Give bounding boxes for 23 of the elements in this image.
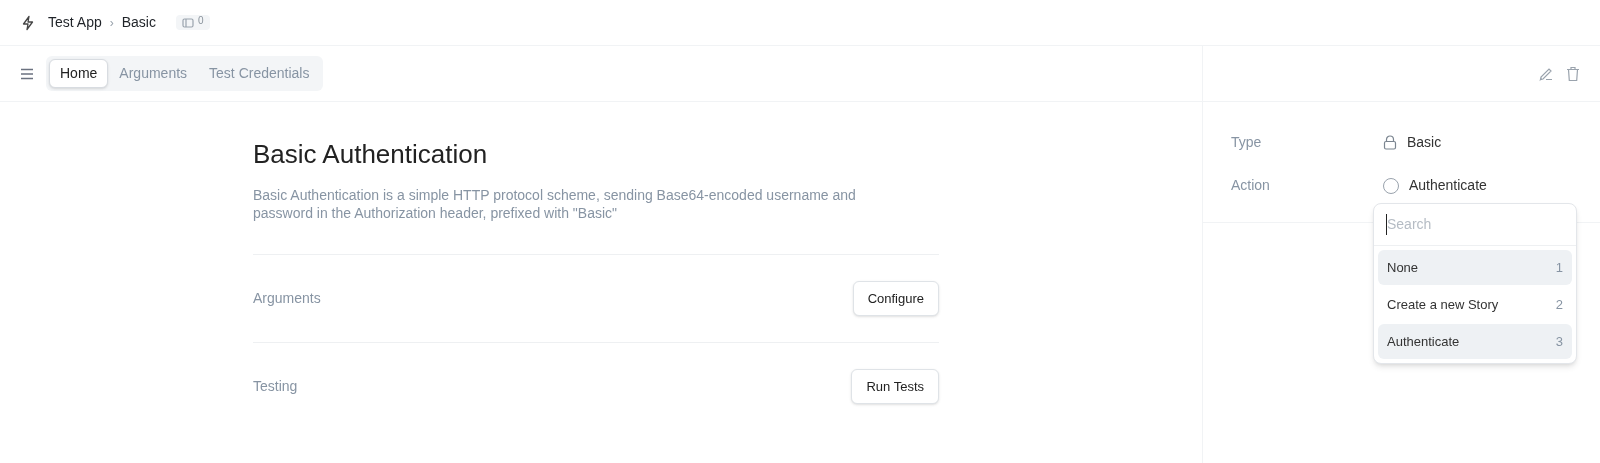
dropdown-option[interactable]: Authenticate 3 (1378, 324, 1572, 359)
field-label: Type (1231, 133, 1263, 152)
tab[interactable]: Home (49, 59, 109, 88)
delete-icon[interactable] (1566, 65, 1580, 82)
action-button[interactable]: Configure (852, 280, 939, 317)
menu-icon[interactable] (20, 67, 34, 80)
breadcrumb-separator: › (109, 14, 114, 32)
field-value: Authenticate (1409, 176, 1487, 195)
field-label: Action (1231, 176, 1271, 195)
lightning-icon (20, 14, 36, 31)
search-field[interactable]: Search (1386, 214, 1564, 235)
lock-icon (1383, 135, 1397, 150)
dropdown-option[interactable]: None 1 (1378, 250, 1572, 285)
description: Basic Authentication is a simple HTTP protocol scheme, sending Base64-encoded username and password in the Authorization header, prefixed with "Basic" (253, 186, 857, 223)
panel-icon (181, 17, 194, 28)
section-label: Testing (253, 377, 298, 396)
action-button[interactable]: Run Tests (851, 368, 939, 405)
breadcrumb-link[interactable]: Test App (48, 12, 102, 33)
page-title: Basic Authentication (253, 138, 489, 170)
breadcrumb-current: Basic (121, 13, 156, 32)
count-badge: 0 (175, 15, 210, 30)
field-value: Basic (1407, 133, 1442, 152)
section-label: Arguments (253, 289, 321, 308)
